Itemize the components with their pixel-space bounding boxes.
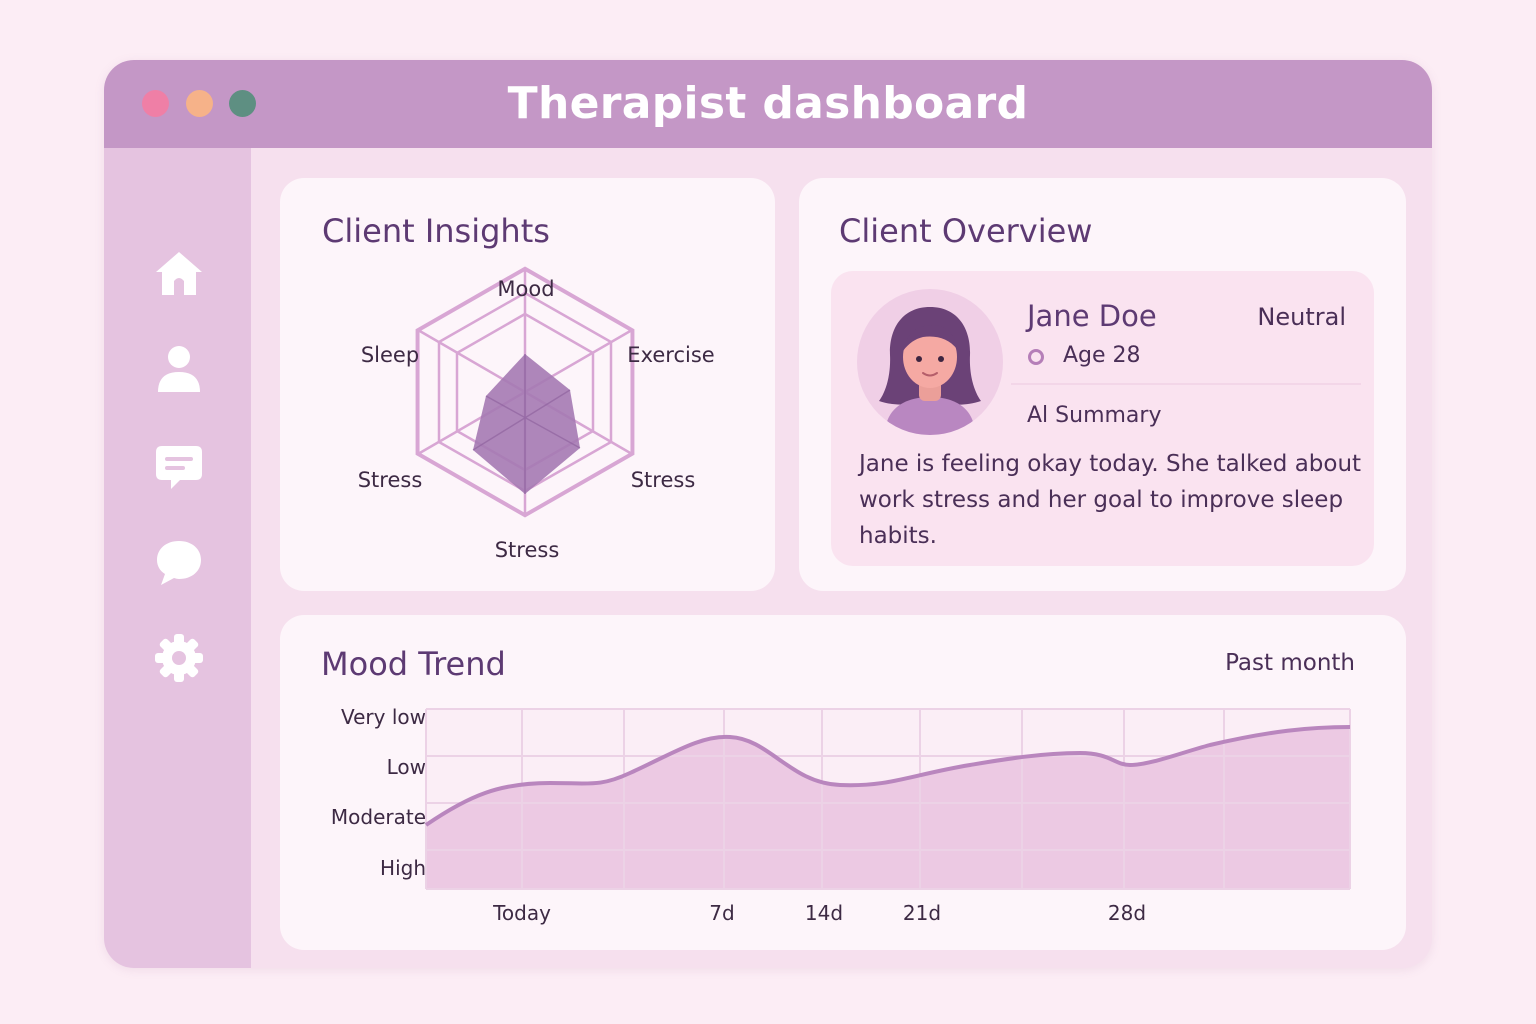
client-profile-panel: Jane Doe Neutral Age 28 Al Summary Jane … bbox=[831, 271, 1374, 566]
client-age: Age 28 bbox=[1063, 343, 1141, 368]
client-name: Jane Doe bbox=[1027, 299, 1157, 333]
radar-label-stress-right: Stress bbox=[630, 468, 696, 492]
sidebar bbox=[104, 148, 251, 968]
x-label-7d: 7d bbox=[709, 901, 735, 925]
radar-chart bbox=[415, 266, 635, 518]
radar-label-stress-left: Stress bbox=[357, 468, 423, 492]
x-label-28d: 28d bbox=[1107, 901, 1147, 925]
mood-trend-chart bbox=[424, 708, 1351, 890]
x-label-21d: 21d bbox=[902, 901, 942, 925]
ai-summary-text: Jane is feeling okay today. She talked a… bbox=[859, 451, 1362, 549]
radar-data-shape bbox=[473, 354, 580, 494]
client-mood-status: Neutral bbox=[1257, 303, 1346, 331]
title-bar: Therapist dashboard bbox=[104, 60, 1432, 148]
client-overview-card: Client Overview Jane Doe Neutral Age 28 bbox=[799, 178, 1406, 591]
status-indicator-icon bbox=[1028, 349, 1044, 365]
overview-title: Client Overview bbox=[839, 212, 1093, 250]
profile-divider bbox=[1011, 383, 1361, 385]
ai-summary-title: Al Summary bbox=[1027, 403, 1162, 428]
radar-label-exercise: Exercise bbox=[627, 343, 715, 367]
client-insights-card: Client Insights Mood Exercise Stress Str… bbox=[280, 178, 775, 591]
x-label-today: Today bbox=[493, 901, 551, 925]
client-avatar bbox=[857, 289, 1003, 435]
chat-bubble-icon[interactable] bbox=[154, 538, 204, 588]
app-window: Therapist dashboard Client Insights Mood… bbox=[104, 60, 1432, 968]
radar-label-stress-bottom: Stress bbox=[494, 538, 560, 562]
radar-label-sleep: Sleep bbox=[360, 343, 420, 367]
gear-icon[interactable] bbox=[154, 633, 204, 683]
x-label-14d: 14d bbox=[804, 901, 844, 925]
window-title: Therapist dashboard bbox=[507, 78, 1029, 129]
radar-label-mood: Mood bbox=[497, 277, 555, 301]
user-icon[interactable] bbox=[154, 344, 204, 394]
message-icon[interactable] bbox=[154, 442, 204, 492]
home-icon[interactable] bbox=[154, 248, 204, 298]
mood-trend-card: Mood Trend Past month Very low Low Moder… bbox=[280, 615, 1406, 950]
